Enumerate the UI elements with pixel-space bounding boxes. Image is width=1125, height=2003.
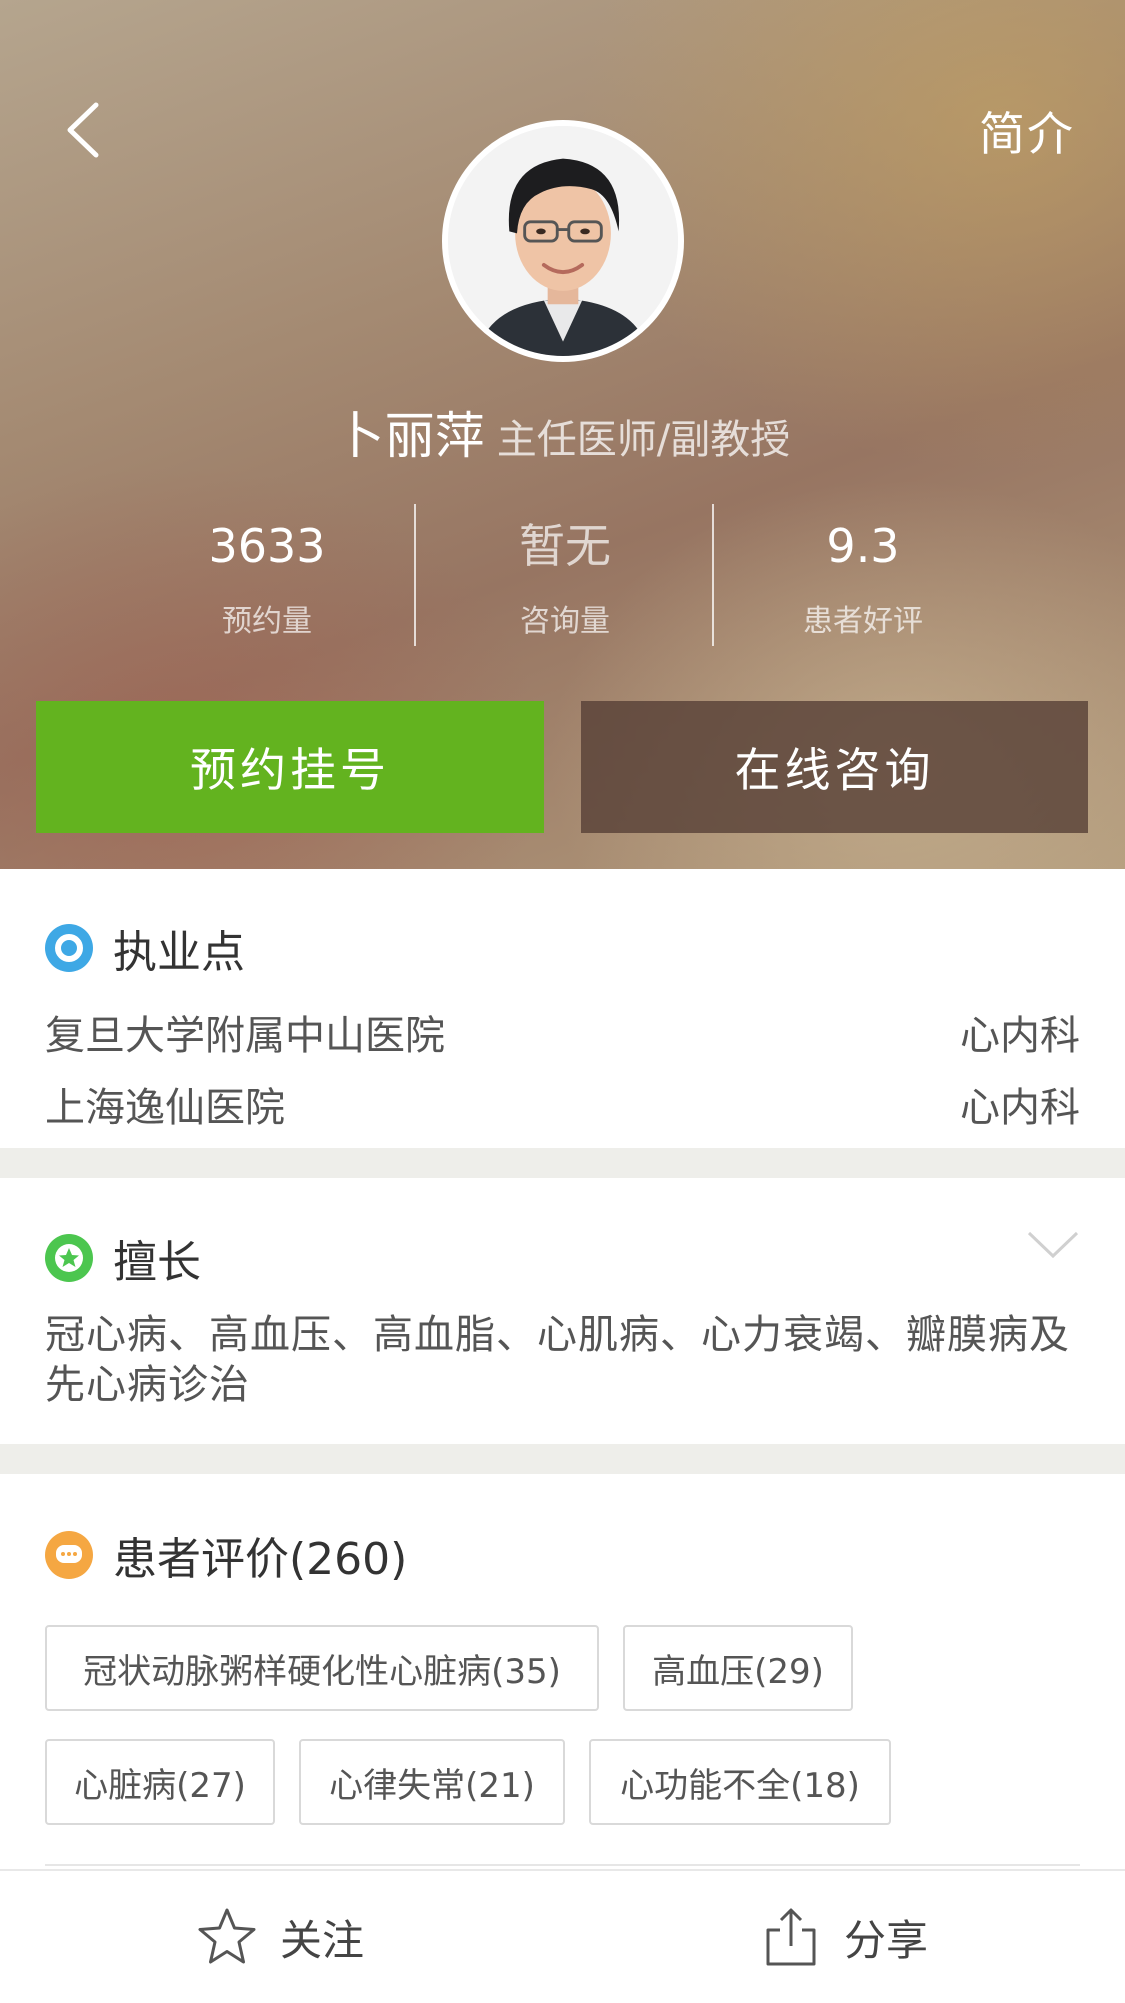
- review-tag[interactable]: 冠状动脉粥样硬化性心脏病(35): [45, 1625, 599, 1711]
- section-separator: [0, 1444, 1125, 1474]
- location-pin-icon: [45, 924, 93, 972]
- stat-label: 患者好评: [803, 604, 923, 639]
- practice-department: 心内科: [960, 1085, 1080, 1131]
- stat-rating: 9.3 患者好评: [714, 500, 1012, 650]
- practice-section-header: 执业点: [45, 916, 245, 980]
- share-button[interactable]: 分享: [760, 1871, 928, 2003]
- divider: [45, 1864, 1080, 1866]
- practice-title: 执业点: [113, 927, 245, 978]
- specialty-section-header: 擅长: [45, 1226, 201, 1290]
- review-tag[interactable]: 心功能不全(18): [589, 1739, 891, 1825]
- back-button[interactable]: [58, 95, 118, 165]
- star-badge-icon: [45, 1234, 93, 1282]
- doctor-photo: [448, 126, 678, 356]
- follow-button[interactable]: 关注: [196, 1871, 364, 2003]
- stat-value: 暂无: [519, 519, 611, 573]
- stat-value: 3633: [208, 519, 326, 573]
- practice-hospital[interactable]: 上海逸仙医院: [45, 1075, 285, 1133]
- specialty-title: 擅长: [113, 1237, 201, 1288]
- review-tag[interactable]: 高血压(29): [623, 1625, 853, 1711]
- section-separator: [0, 1148, 1125, 1178]
- avatar: [442, 120, 684, 362]
- stats-row: 3633 预约量 暂无 咨询量 9.3 患者好评: [118, 500, 1013, 650]
- doctor-name: 卜丽萍: [334, 407, 485, 465]
- review-tag[interactable]: 心律失常(21): [299, 1739, 565, 1825]
- practice-department: 心内科: [960, 1013, 1080, 1059]
- stat-label: 咨询量: [520, 604, 610, 639]
- share-label: 分享: [844, 1915, 929, 1965]
- bottom-action-bar: 关注 分享: [0, 1869, 1125, 2003]
- stat-value: 9.3: [826, 519, 900, 573]
- doctor-header: 简介 卜丽萍 主任医师/副教授 3633 预约量 暂无 咨询量 9.3 患者好评…: [0, 0, 1125, 869]
- specialty-description: 冠心病、高血压、高血脂、心肌病、心力衰竭、瓣膜病及先心病诊治: [45, 1312, 1070, 1408]
- chat-bubble-icon: [45, 1531, 93, 1579]
- doctor-title: 主任医师/副教授: [496, 417, 791, 463]
- follow-label: 关注: [280, 1915, 365, 1965]
- star-outline-icon: [198, 1908, 256, 1964]
- review-tag[interactable]: 心脏病(27): [45, 1739, 275, 1825]
- intro-link[interactable]: 简介: [979, 98, 1075, 164]
- reviews-section-header[interactable]: 患者评价(260): [45, 1523, 407, 1587]
- stat-appointments: 3633 预约量: [118, 500, 416, 650]
- stat-consultations: 暂无 咨询量: [416, 500, 714, 650]
- chevron-down-icon[interactable]: [1027, 1230, 1079, 1260]
- book-appointment-button[interactable]: 预约挂号: [36, 701, 544, 833]
- reviews-title: 患者评价(260): [113, 1534, 408, 1585]
- doctor-name-line: 卜丽萍 主任医师/副教授: [0, 396, 1125, 468]
- share-icon: [766, 1908, 816, 1966]
- stat-label: 预约量: [222, 604, 312, 639]
- chevron-left-icon: [67, 102, 99, 158]
- online-consult-button[interactable]: 在线咨询: [581, 701, 1088, 833]
- practice-hospital[interactable]: 复旦大学附属中山医院: [45, 1003, 445, 1061]
